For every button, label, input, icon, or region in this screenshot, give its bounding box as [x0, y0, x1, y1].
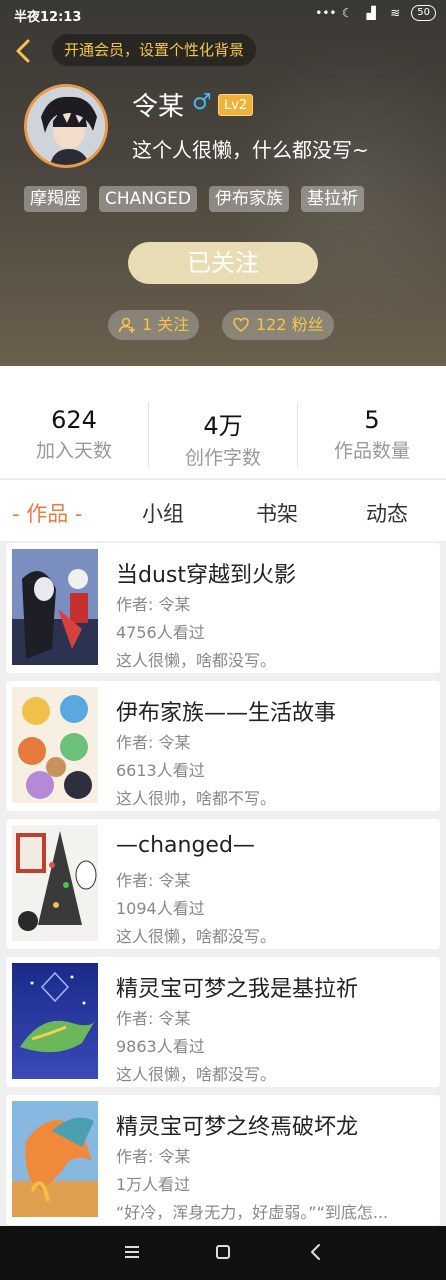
follow-button[interactable]: 已关注: [128, 242, 318, 284]
level-badge: Lv2: [218, 94, 254, 116]
stat-value: 4万: [203, 412, 243, 440]
work-card[interactable]: —changed— 作者: 令某 1094人看过 这人很懒，啥都没写。: [6, 819, 440, 949]
user-name: 令某: [132, 92, 185, 122]
fans-count: 122 粉丝: [256, 315, 324, 334]
stats-row: 624 加入天数 4万 创作字数 5 作品数量: [0, 366, 446, 478]
back-icon[interactable]: [304, 1240, 328, 1264]
stat-value: 5: [364, 406, 380, 434]
vip-background-prompt[interactable]: 开通会员，设置个性化背景: [52, 34, 257, 66]
work-title: 伊布家族——生活故事: [116, 701, 337, 726]
battery-icon: 50: [411, 5, 436, 21]
work-author: 作者: 令某: [116, 1009, 191, 1028]
work-views: 4756人看过: [116, 623, 205, 642]
moon-icon: ☾: [341, 6, 353, 20]
fans-count-button[interactable]: 122 粉丝: [222, 310, 334, 340]
following-count: 1 关注: [142, 315, 190, 334]
work-description: 这人很帅，啥都不写。: [116, 789, 277, 808]
back-arrow-icon[interactable]: [10, 36, 36, 66]
stat-label: 作品数量: [333, 440, 410, 462]
tag-item[interactable]: 基拉祈: [301, 186, 365, 212]
work-description: 这人很懒，啥都没写。: [116, 651, 277, 670]
menu-icon[interactable]: [120, 1240, 144, 1264]
user-bio: 这个人很懒，什么都没写~: [132, 138, 369, 162]
tab-activity[interactable]: 动态: [366, 498, 408, 528]
signal-icon: ▟: [366, 6, 376, 20]
work-author: 作者: 令某: [116, 733, 191, 752]
status-time: 半夜12:13: [14, 10, 82, 25]
work-cover-image: [12, 963, 98, 1079]
work-card[interactable]: 精灵宝可梦之我是基拉祈 作者: 令某 9863人看过 这人很懒，啥都没写。: [6, 957, 440, 1087]
work-cover-image: [12, 549, 98, 665]
avatar[interactable]: [24, 84, 108, 168]
work-card[interactable]: 伊布家族——生活故事 作者: 令某 6613人看过 这人很帅，啥都不写。: [6, 681, 440, 811]
work-views: 1万人看过: [116, 1175, 191, 1194]
tag-item[interactable]: CHANGED: [99, 186, 198, 212]
work-author: 作者: 令某: [116, 1147, 191, 1166]
tab-works[interactable]: - 作品 -: [12, 498, 83, 528]
tab-groups[interactable]: 小组: [142, 498, 184, 528]
work-title: —changed—: [116, 833, 255, 858]
home-square-icon[interactable]: [211, 1240, 235, 1264]
work-title: 精灵宝可梦之终焉破坏龙: [116, 1115, 359, 1140]
stat-label: 加入天数: [35, 440, 112, 462]
status-bar: 半夜12:13 ••• ☾ ▟ ≋ 50: [0, 0, 446, 28]
work-description: 这人很懒，啥都没写。: [116, 1065, 277, 1084]
work-description: “好冷，浑身无力，好虚弱。”“到底怎...: [116, 1203, 389, 1222]
work-description: 这人很懒，啥都没写。: [116, 927, 277, 946]
more-dots-icon: •••: [315, 6, 337, 20]
stat-value: 624: [51, 406, 97, 434]
male-gender-icon: ♂: [192, 90, 212, 115]
work-title: 当dust穿越到火影: [116, 563, 296, 588]
person-add-icon: [118, 317, 135, 333]
tag-item[interactable]: 摩羯座: [24, 186, 87, 212]
status-icons: ••• ☾ ▟ ≋ 50: [315, 5, 436, 21]
system-navigation-bar: [0, 1226, 446, 1280]
stat-label: 创作字数: [184, 447, 261, 469]
tab-bookshelf[interactable]: 书架: [256, 498, 298, 528]
tab-bar: - 作品 - 小组 书架 动态: [0, 479, 446, 541]
tag-list: 摩羯座 CHANGED 伊布家族 基拉祈: [24, 186, 365, 212]
stat-works-count: 5 作品数量: [298, 406, 446, 463]
work-cover-image: [12, 687, 98, 803]
following-count-button[interactable]: 1 关注: [108, 310, 200, 340]
work-cover-image: [12, 825, 98, 941]
work-views: 1094人看过: [116, 899, 205, 918]
work-card[interactable]: 精灵宝可梦之终焉破坏龙 作者: 令某 1万人看过 “好冷，浑身无力，好虚弱。”“…: [6, 1095, 440, 1225]
work-views: 9863人看过: [116, 1037, 205, 1056]
tag-item[interactable]: 伊布家族: [209, 186, 290, 212]
avatar-illustration: [27, 87, 105, 165]
work-views: 6613人看过: [116, 761, 205, 780]
work-card[interactable]: 当dust穿越到火影 作者: 令某 4756人看过 这人很懒，啥都没写。: [6, 543, 440, 673]
work-author: 作者: 令某: [116, 871, 191, 890]
stat-join-days: 624 加入天数: [0, 406, 148, 463]
heart-icon: [233, 317, 249, 332]
work-author: 作者: 令某: [116, 595, 191, 614]
work-title: 精灵宝可梦之我是基拉祈: [116, 977, 359, 1002]
stat-word-count: 4万 创作字数: [149, 406, 297, 470]
work-cover-image: [12, 1101, 98, 1217]
wifi-icon: ≋: [390, 6, 401, 20]
profile-header: 半夜12:13 ••• ☾ ▟ ≋ 50 开通会员，设置个性化背景 令某 ♂ L…: [0, 0, 446, 366]
